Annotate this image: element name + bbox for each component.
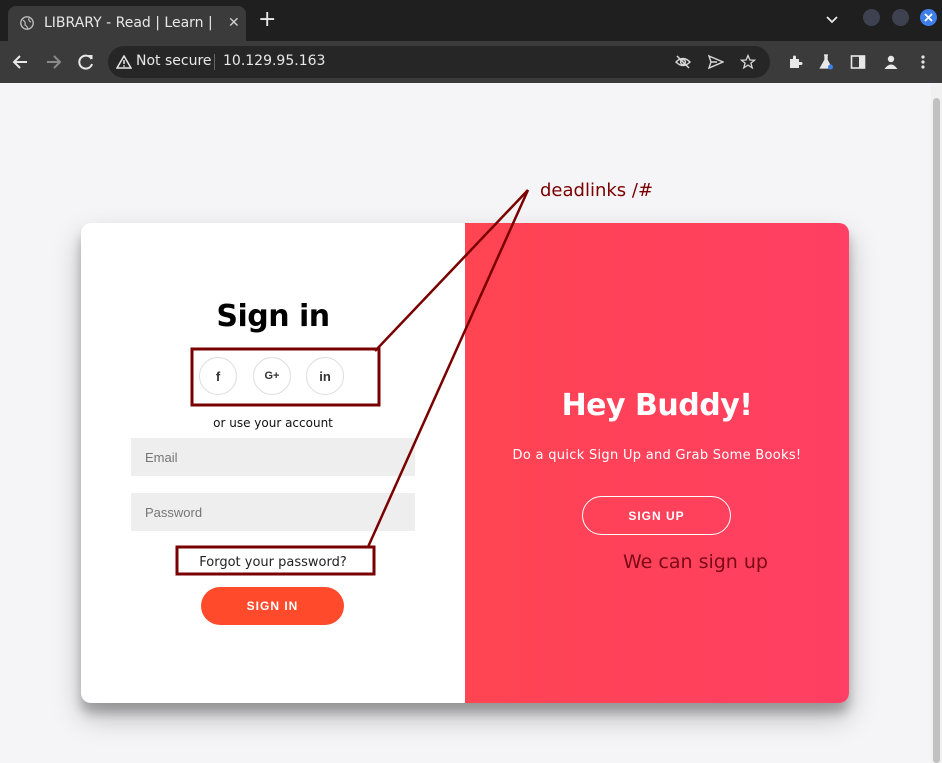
not-secure-label[interactable]: Not secure: [136, 53, 212, 69]
profile-icon[interactable]: [883, 54, 899, 70]
address-bar[interactable]: Not secure 10.129.95.163: [108, 46, 770, 78]
minimize-button[interactable]: [863, 9, 880, 26]
close-icon: [924, 13, 933, 22]
overlay-subtitle: Do a quick Sign Up and Grab Some Books!: [512, 448, 802, 463]
linkedin-button[interactable]: in: [306, 357, 344, 395]
side-panel-icon[interactable]: [850, 54, 866, 70]
maximize-button[interactable]: [892, 9, 909, 26]
send-icon[interactable]: [708, 54, 724, 70]
browser-tab[interactable]: LIBRARY - Read | Learn | H ✕: [8, 6, 246, 41]
use-account-text: or use your account: [213, 416, 333, 430]
signin-title: Sign in: [216, 299, 330, 334]
signin-button[interactable]: SIGN IN: [201, 587, 344, 625]
globe-icon: [20, 16, 34, 30]
forgot-password-link[interactable]: Forgot your password?: [81, 555, 465, 570]
facebook-icon: f: [215, 368, 221, 384]
reload-icon[interactable]: [76, 52, 96, 72]
facebook-button[interactable]: f: [199, 357, 237, 395]
new-tab-button[interactable]: +: [258, 8, 276, 32]
google-plus-button[interactable]: G+: [253, 357, 291, 395]
browser-tab-bar: LIBRARY - Read | Learn | H ✕ +: [0, 0, 942, 41]
eye-off-icon[interactable]: [675, 54, 691, 70]
deadlinks-annotation: deadlinks /#: [540, 180, 654, 201]
chevron-down-icon[interactable]: [826, 14, 838, 26]
page-scrollbar[interactable]: [931, 84, 942, 763]
signup-overlay-panel: [465, 223, 849, 703]
more-menu-icon[interactable]: [915, 54, 931, 70]
browser-toolbar: Not secure 10.129.95.163: [0, 41, 942, 83]
flask-icon[interactable]: [818, 54, 834, 70]
divider: [214, 54, 215, 70]
forward-arrow-icon[interactable]: [43, 52, 63, 72]
login-card: Sign in f G+ in or use your account Forg…: [81, 223, 849, 703]
overlay-title: Hey Buddy!: [561, 388, 753, 423]
back-arrow-icon[interactable]: [11, 52, 31, 72]
window-close-button[interactable]: [920, 9, 937, 26]
google-plus-icon: G+: [264, 370, 280, 382]
extensions-icon[interactable]: [787, 54, 803, 70]
close-tab-icon[interactable]: ✕: [228, 15, 240, 31]
signup-button[interactable]: SIGN UP: [582, 496, 731, 535]
url-text[interactable]: 10.129.95.163: [223, 53, 325, 69]
signup-annotation: We can sign up: [623, 551, 768, 573]
tab-title: LIBRARY - Read | Learn | H: [44, 15, 214, 31]
linkedin-icon: in: [319, 368, 331, 384]
warning-icon[interactable]: [116, 55, 132, 69]
email-field[interactable]: [131, 438, 415, 476]
scrollbar-thumb[interactable]: [933, 98, 940, 763]
star-icon[interactable]: [740, 54, 756, 70]
password-field[interactable]: [131, 493, 415, 531]
